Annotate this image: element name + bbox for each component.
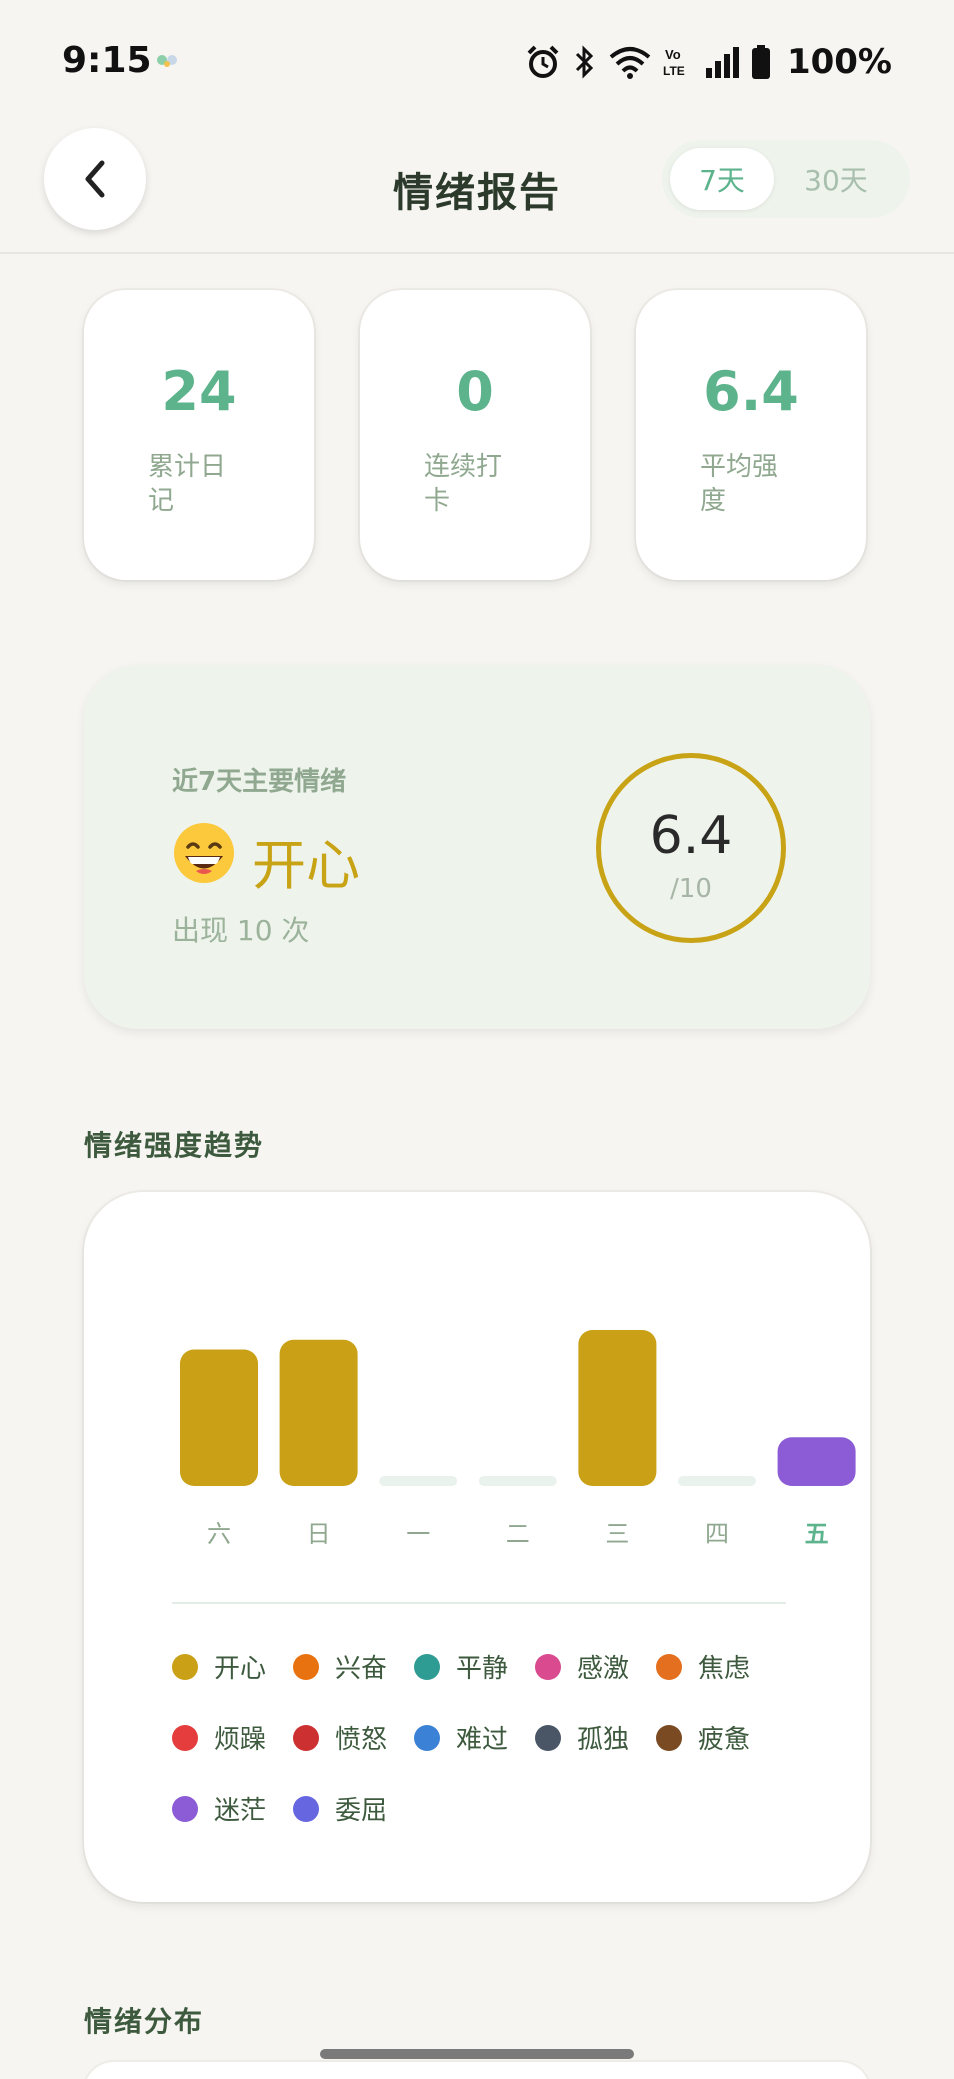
legend-item: 兴奋 [293,1648,414,1685]
legend-label: 愤怒 [335,1725,388,1755]
legend-item: 迷茫 [172,1790,293,1827]
chart-bar-2[interactable] [379,1476,458,1486]
legend-label: 孤独 [577,1725,630,1755]
app-header: 情绪报告 7天 30天 [0,120,954,254]
stat-value: 0 [456,360,494,423]
status-icons: Vo LTE 100% [525,40,892,84]
legend-color-dot [293,1724,319,1751]
legend-item: 愤怒 [293,1719,414,1756]
stat-value: 24 [161,360,237,423]
chart-day-label: 二 [506,1520,530,1548]
legend-label: 委屈 [335,1796,388,1826]
legend-label: 感激 [577,1654,630,1684]
grinning-face-icon [174,823,234,883]
battery-icon [751,45,770,79]
legend-item: 感激 [535,1648,656,1685]
signal-icon [705,47,739,78]
chart-divider [172,1602,786,1604]
distribution-card [84,2062,870,2079]
legend-color-dot [535,1724,561,1751]
app-notification-icon [157,55,177,67]
chart-day-label: 六 [207,1520,231,1548]
main-mood-caption: 近7天主要情绪 [172,767,347,797]
legend-color-dot [172,1795,198,1822]
chart-bar-6[interactable] [777,1437,856,1486]
legend-label: 难过 [456,1725,509,1755]
legend-color-dot [414,1653,440,1680]
score-max: /10 [670,874,712,904]
stat-card-average-intensity: 6.4 平均强度 [636,290,866,580]
main-mood-name: 开心 [252,834,360,897]
legend-color-dot [656,1724,682,1751]
stat-card-total-entries: 24 累计日记 [84,290,314,580]
legend-color-dot [414,1724,440,1751]
chart-day-label: 四 [705,1520,729,1548]
legend-label: 焦虑 [698,1654,751,1684]
status-time: 9:15 [62,40,152,81]
svg-text:Vo: Vo [665,47,681,62]
range-option-7-days[interactable]: 7天 [670,148,774,210]
legend-item: 平静 [414,1648,535,1685]
mood-legend: 开心 兴奋 平静 感激 焦虑烦躁 愤怒 难过 孤独 疲惫迷茫 委屈 [172,1648,812,1827]
trend-section-title: 情绪强度趋势 [84,1129,265,1162]
legend-item: 烦躁 [172,1719,293,1756]
chart-bar-4[interactable] [578,1330,657,1486]
svg-text:LTE: LTE [663,64,685,78]
range-option-30-days[interactable]: 30天 [784,148,888,210]
stat-card-streak: 0 连续打卡 [360,290,590,580]
chart-day-label: 五 [805,1520,829,1548]
range-toggle: 7天 30天 [662,140,910,218]
legend-item: 焦虑 [656,1648,777,1685]
stat-value: 6.4 [703,360,799,423]
alarm-icon [527,45,559,78]
legend-label: 烦躁 [214,1725,267,1755]
legend-label: 平静 [456,1654,509,1684]
legend-item: 开心 [172,1648,293,1685]
stat-label: 连续打卡 [424,452,503,516]
legend-color-dot [172,1653,198,1680]
stat-label: 累计日记 [148,452,227,516]
chart-bar-1[interactable] [279,1339,358,1486]
legend-item: 疲惫 [656,1719,777,1756]
legend-color-dot [656,1653,682,1680]
legend-item: 难过 [414,1719,535,1756]
status-bar: 9:15 Vo LTE 100% [0,0,954,120]
battery-percentage: 100% [786,42,892,82]
score-ring: 6.4 /10 [596,753,786,943]
legend-label: 兴奋 [335,1654,388,1684]
legend-color-dot [172,1724,198,1751]
wifi-icon [609,47,651,79]
chart-bar-0[interactable] [180,1349,258,1487]
chart-bar-3[interactable] [478,1476,557,1486]
chart-bar-5[interactable] [678,1476,756,1486]
legend-label: 迷茫 [214,1796,267,1826]
main-mood-count: 出现 10 次 [172,914,310,947]
legend-color-dot [535,1653,561,1680]
chart-day-label: 三 [605,1520,629,1548]
legend-item: 孤独 [535,1719,656,1756]
score-value: 6.4 [649,806,733,866]
chart-day-label: 日 [307,1520,331,1548]
home-indicator[interactable] [320,2049,634,2059]
chart-day-label: 一 [406,1520,430,1548]
legend-label: 开心 [214,1654,267,1684]
volte-icon: Vo LTE [663,47,685,78]
main-mood-card: 近7天主要情绪 开心 出现 10 次 6.4 /10 [84,665,870,1029]
trend-chart-card: 六 日 一 二 三 四 五 开心 兴奋 平静 感激 焦虑烦躁 愤怒 难过 孤独 疲惫迷茫 委屈 [84,1192,870,1902]
legend-color-dot [293,1795,319,1822]
legend-color-dot [293,1653,319,1680]
trend-bar-chart: 六日一二三四五 [180,1330,856,1548]
distribution-section-title: 情绪分布 [84,2005,205,2038]
legend-item: 委屈 [293,1790,414,1827]
stat-label: 平均强度 [700,452,779,516]
emotion-report-screen: 9:15 Vo LTE 100% 情绪报告 7天 30天 24 累计日记 0 连… [0,0,954,2079]
legend-label: 疲惫 [698,1725,751,1755]
bluetooth-icon [575,45,594,79]
